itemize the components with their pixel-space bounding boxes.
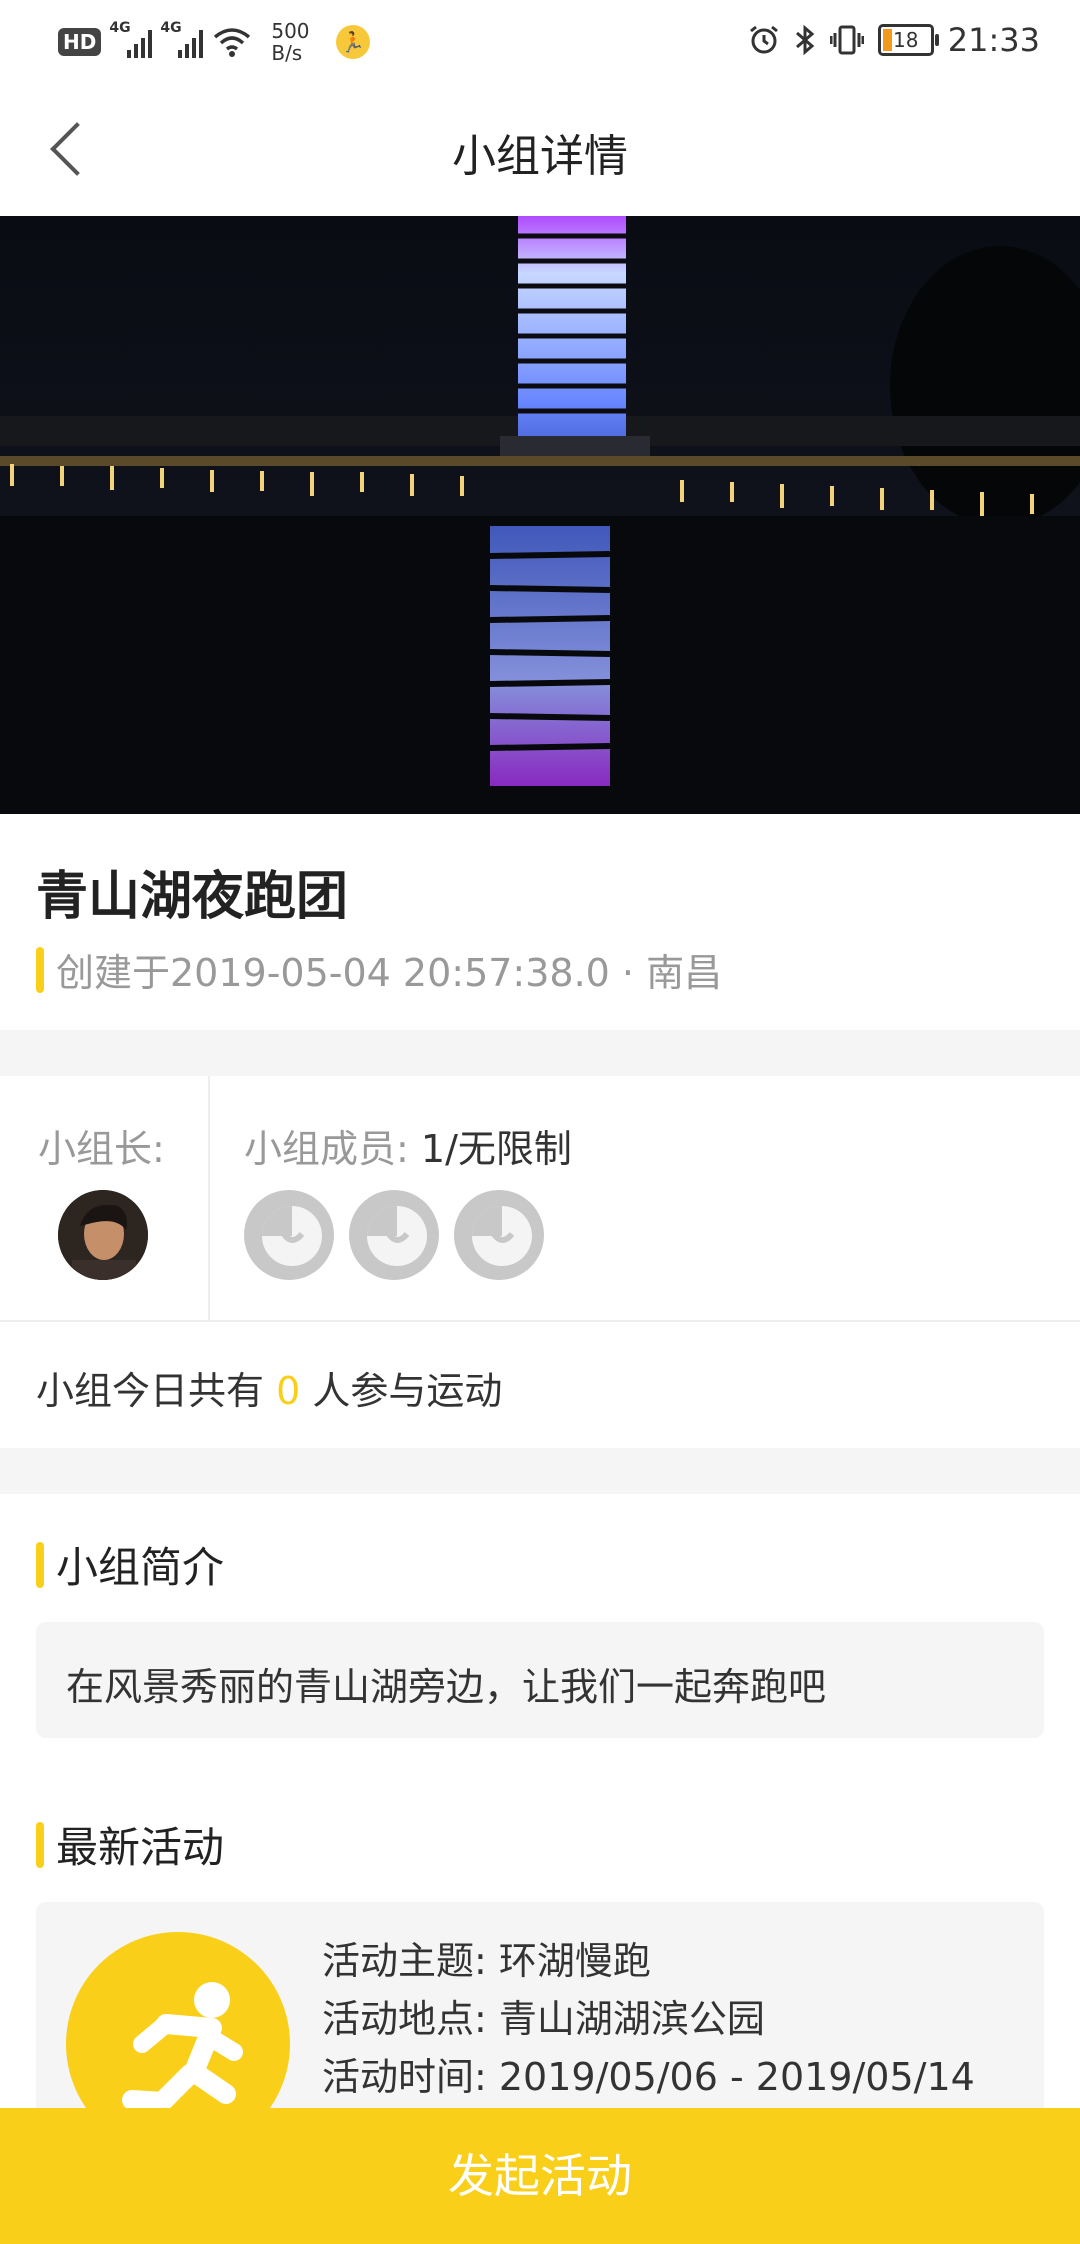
leader-avatar[interactable]	[58, 1190, 148, 1280]
accent-bar	[36, 1821, 44, 1868]
created-info: 创建于2019-05-04 20:57:38.0 · 南昌	[56, 951, 723, 995]
battery-icon: 18	[877, 24, 939, 56]
network-speed: 500 B/s	[271, 19, 310, 65]
night-lake-photo	[0, 216, 1080, 814]
signal-icon: 4G	[160, 20, 204, 58]
alarm-icon	[749, 25, 778, 54]
hd-icon: HD	[58, 28, 102, 56]
activity-location: 活动地点: 青山湖湖滨公园	[322, 1997, 765, 2041]
accent-bar	[36, 946, 44, 993]
activity-section-title: 最新活动	[36, 1814, 224, 1875]
member-avatar[interactable]	[349, 1190, 439, 1280]
default-avatar-icon	[367, 1206, 427, 1266]
running-app-icon: 🏃	[335, 25, 370, 59]
intro-text: 在风景秀丽的青山湖旁边，让我们一起奔跑吧	[66, 1665, 827, 1709]
leader-label: 小组长:	[38, 1127, 165, 1171]
activity-time: 活动时间: 2019/05/06 - 2019/05/14	[322, 2055, 975, 2099]
members-panel: 小组长: 小组成员: 1/无限制	[0, 1076, 1080, 1322]
vibrate-icon	[829, 25, 864, 55]
bluetooth-icon	[795, 24, 815, 56]
member-avatar[interactable]	[244, 1190, 334, 1280]
sim1-network-label: 4G	[109, 20, 131, 36]
start-activity-button[interactable]: 发起活动	[0, 2108, 1080, 2244]
leader-cell: 小组长:	[0, 1076, 210, 1320]
accent-bar	[36, 1541, 44, 1588]
today-participation: 小组今日共有 0 人参与运动	[36, 1369, 503, 1413]
sim2-network-label: 4G	[160, 20, 182, 36]
nav-header: 小组详情	[0, 80, 1080, 216]
member-count: 1/无限制	[408, 1127, 572, 1171]
intro-section-title: 小组简介	[36, 1534, 224, 1595]
section-divider	[0, 1448, 1080, 1494]
intro-box: 在风景秀丽的青山湖旁边，让我们一起奔跑吧	[36, 1622, 1044, 1738]
member-avatar[interactable]	[454, 1190, 544, 1280]
wifi-icon	[214, 28, 251, 57]
group-meta: 创建于2019-05-04 20:57:38.0 · 南昌	[36, 942, 722, 997]
status-bar: HD 4G 4G 500 B/s 🏃 18 21:33	[0, 0, 1080, 80]
group-cover-image	[0, 216, 1080, 814]
default-avatar-icon	[262, 1206, 322, 1266]
clock: 21:33	[947, 21, 1040, 59]
activity-theme: 活动主题: 环湖慢跑	[322, 1939, 651, 1983]
default-avatar-icon	[472, 1206, 532, 1266]
participant-count: 0	[276, 1369, 301, 1413]
page-title: 小组详情	[452, 131, 628, 182]
group-name: 青山湖夜跑团	[36, 867, 349, 927]
member-label: 小组成员: 1/无限制	[244, 1127, 572, 1171]
signal-icon: 4G	[109, 20, 153, 58]
section-divider	[0, 1030, 1080, 1076]
